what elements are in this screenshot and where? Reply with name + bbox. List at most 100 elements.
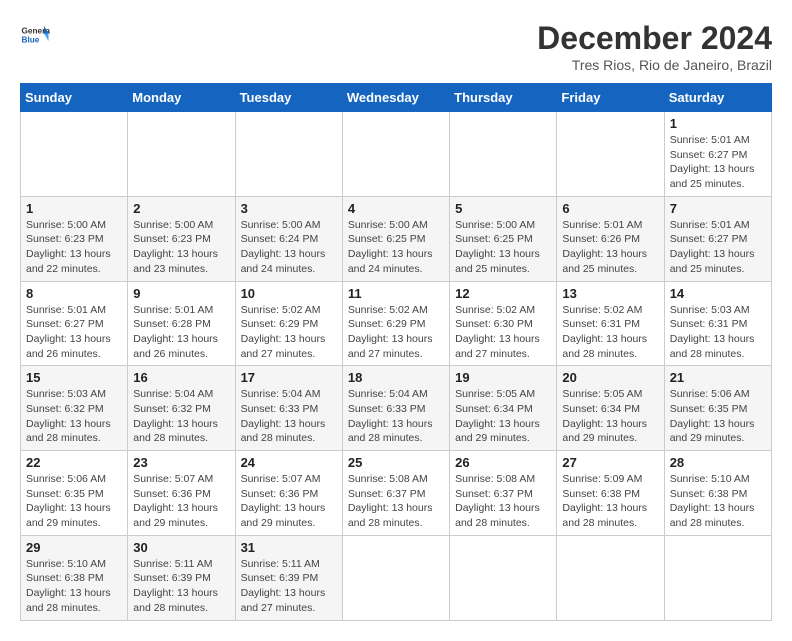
calendar-week-row: 8 Sunrise: 5:01 AMSunset: 6:27 PMDaylight… — [21, 281, 772, 366]
calendar-cell: 31Sunrise: 5:11 AMSunset: 6:39 PMDayligh… — [235, 535, 342, 620]
calendar-cell: 17 Sunrise: 5:04 AMSunset: 6:33 PMDayligh… — [235, 366, 342, 451]
day-number: 4 — [348, 201, 444, 216]
calendar-cell: 15Sunrise: 5:03 AMSunset: 6:32 PMDayligh… — [21, 366, 128, 451]
day-info: Sunrise: 5:05 AMSunset: 6:34 PMDaylight:… — [562, 387, 658, 446]
day-number: 7 — [670, 201, 766, 216]
calendar-cell — [342, 535, 449, 620]
day-number: 24 — [241, 455, 337, 470]
day-info: Sunrise: 5:02 AMSunset: 6:29 PMDaylight:… — [241, 303, 337, 362]
day-info: Sunrise: 5:02 AMSunset: 6:29 PMDaylight:… — [348, 303, 444, 362]
calendar-cell — [21, 112, 128, 197]
day-number: 27 — [562, 455, 658, 470]
page-header: General Blue December 2024 Tres Rios, Ri… — [20, 20, 772, 73]
calendar-week-row: 15Sunrise: 5:03 AMSunset: 6:32 PMDayligh… — [21, 366, 772, 451]
calendar-cell: 3Sunrise: 5:00 AMSunset: 6:24 PMDaylight… — [235, 196, 342, 281]
calendar-cell — [557, 535, 664, 620]
calendar-cell: 1Sunrise: 5:01 AMSunset: 6:27 PMDaylight… — [664, 112, 771, 197]
header-wednesday: Wednesday — [342, 84, 449, 112]
calendar-cell — [450, 535, 557, 620]
calendar-cell: 30 Sunrise: 5:11 AMSunset: 6:39 PMDayligh… — [128, 535, 235, 620]
day-number: 20 — [562, 370, 658, 385]
day-info: Sunrise: 5:01 AMSunset: 6:28 PMDaylight:… — [133, 303, 229, 362]
day-info: Sunrise: 5:10 AMSunset: 6:38 PMDaylight:… — [670, 472, 766, 531]
day-info: Sunrise: 5:11 AMSunset: 6:39 PMDaylight:… — [241, 557, 337, 616]
calendar-cell — [557, 112, 664, 197]
calendar-week-row: 1 Sunrise: 5:00 AMSunset: 6:23 PMDaylight… — [21, 196, 772, 281]
calendar-cell: 10Sunrise: 5:02 AMSunset: 6:29 PMDayligh… — [235, 281, 342, 366]
calendar-cell: 9Sunrise: 5:01 AMSunset: 6:28 PMDaylight… — [128, 281, 235, 366]
calendar-cell: 1 Sunrise: 5:00 AMSunset: 6:23 PMDaylight… — [21, 196, 128, 281]
day-info: Sunrise: 5:04 AMSunset: 6:32 PMDaylight:… — [133, 387, 229, 446]
calendar-cell: 28 Sunrise: 5:10 AMSunset: 6:38 PMDayligh… — [664, 451, 771, 536]
calendar-cell: 18 Sunrise: 5:04 AMSunset: 6:33 PMDayligh… — [342, 366, 449, 451]
day-info: Sunrise: 5:11 AMSunset: 6:39 PMDaylight:… — [133, 557, 229, 616]
header-thursday: Thursday — [450, 84, 557, 112]
calendar-cell: 27Sunrise: 5:09 AMSunset: 6:38 PMDayligh… — [557, 451, 664, 536]
header-tuesday: Tuesday — [235, 84, 342, 112]
header-sunday: Sunday — [21, 84, 128, 112]
day-info: Sunrise: 5:08 AMSunset: 6:37 PMDaylight:… — [348, 472, 444, 531]
day-number: 30 — [133, 540, 229, 555]
day-number: 25 — [348, 455, 444, 470]
day-number: 8 — [26, 286, 122, 301]
calendar-cell: 8 Sunrise: 5:01 AMSunset: 6:27 PMDaylight… — [21, 281, 128, 366]
day-info: Sunrise: 5:01 AMSunset: 6:27 PMDaylight:… — [670, 218, 766, 277]
calendar-cell: 4 Sunrise: 5:00 AMSunset: 6:25 PMDaylight… — [342, 196, 449, 281]
day-number: 1 — [26, 201, 122, 216]
day-number: 29 — [26, 540, 122, 555]
month-title: December 2024 — [537, 20, 772, 57]
day-info: Sunrise: 5:00 AMSunset: 6:23 PMDaylight:… — [133, 218, 229, 277]
calendar-cell — [450, 112, 557, 197]
calendar-cell: 22Sunrise: 5:06 AMSunset: 6:35 PMDayligh… — [21, 451, 128, 536]
calendar-cell — [342, 112, 449, 197]
calendar-header-row: SundayMondayTuesdayWednesdayThursdayFrid… — [21, 84, 772, 112]
day-info: Sunrise: 5:01 AMSunset: 6:27 PMDaylight:… — [26, 303, 122, 362]
day-info: Sunrise: 5:07 AMSunset: 6:36 PMDaylight:… — [241, 472, 337, 531]
calendar-cell: 11 Sunrise: 5:02 AMSunset: 6:29 PMDayligh… — [342, 281, 449, 366]
calendar-cell — [235, 112, 342, 197]
day-number: 14 — [670, 286, 766, 301]
calendar-cell: 6Sunrise: 5:01 AMSunset: 6:26 PMDaylight… — [557, 196, 664, 281]
day-info: Sunrise: 5:10 AMSunset: 6:38 PMDaylight:… — [26, 557, 122, 616]
day-info: Sunrise: 5:00 AMSunset: 6:23 PMDaylight:… — [26, 218, 122, 277]
calendar-cell: 2Sunrise: 5:00 AMSunset: 6:23 PMDaylight… — [128, 196, 235, 281]
calendar-cell: 21 Sunrise: 5:06 AMSunset: 6:35 PMDayligh… — [664, 366, 771, 451]
day-number: 21 — [670, 370, 766, 385]
calendar-cell: 16Sunrise: 5:04 AMSunset: 6:32 PMDayligh… — [128, 366, 235, 451]
calendar-cell: 20 Sunrise: 5:05 AMSunset: 6:34 PMDayligh… — [557, 366, 664, 451]
calendar-cell — [664, 535, 771, 620]
calendar-cell — [128, 112, 235, 197]
day-info: Sunrise: 5:08 AMSunset: 6:37 PMDaylight:… — [455, 472, 551, 531]
calendar-cell: 14Sunrise: 5:03 AMSunset: 6:31 PMDayligh… — [664, 281, 771, 366]
day-number: 17 — [241, 370, 337, 385]
day-number: 18 — [348, 370, 444, 385]
calendar-week-row: 22Sunrise: 5:06 AMSunset: 6:35 PMDayligh… — [21, 451, 772, 536]
day-number: 11 — [348, 286, 444, 301]
day-number: 28 — [670, 455, 766, 470]
logo-icon: General Blue — [20, 20, 50, 50]
day-number: 15 — [26, 370, 122, 385]
header-saturday: Saturday — [664, 84, 771, 112]
day-info: Sunrise: 5:04 AMSunset: 6:33 PMDaylight:… — [241, 387, 337, 446]
calendar-body: 1 Sunrise: 5:01 AMSunset: 6:27 PMDaylight… — [21, 112, 772, 621]
day-info: Sunrise: 5:01 AMSunset: 6:26 PMDaylight:… — [562, 218, 658, 277]
calendar-cell: 7 Sunrise: 5:01 AMSunset: 6:27 PMDaylight… — [664, 196, 771, 281]
day-info: Sunrise: 5:01 AMSunset: 6:27 PMDaylight:… — [670, 133, 766, 192]
calendar-week-row: 1Sunrise: 5:01 AMSunset: 6:27 PMDaylight… — [21, 112, 772, 197]
location: Tres Rios, Rio de Janeiro, Brazil — [537, 57, 772, 73]
day-info: Sunrise: 5:02 AMSunset: 6:30 PMDaylight:… — [455, 303, 551, 362]
day-number: 23 — [133, 455, 229, 470]
day-number: 19 — [455, 370, 551, 385]
header-friday: Friday — [557, 84, 664, 112]
calendar-cell: 13Sunrise: 5:02 AMSunset: 6:31 PMDayligh… — [557, 281, 664, 366]
header-monday: Monday — [128, 84, 235, 112]
logo: General Blue — [20, 20, 50, 50]
day-info: Sunrise: 5:00 AMSunset: 6:25 PMDaylight:… — [348, 218, 444, 277]
svg-text:Blue: Blue — [22, 36, 40, 45]
day-number: 13 — [562, 286, 658, 301]
day-info: Sunrise: 5:04 AMSunset: 6:33 PMDaylight:… — [348, 387, 444, 446]
day-info: Sunrise: 5:06 AMSunset: 6:35 PMDaylight:… — [670, 387, 766, 446]
calendar-table: SundayMondayTuesdayWednesdayThursdayFrid… — [20, 83, 772, 621]
day-info: Sunrise: 5:07 AMSunset: 6:36 PMDaylight:… — [133, 472, 229, 531]
day-number: 12 — [455, 286, 551, 301]
